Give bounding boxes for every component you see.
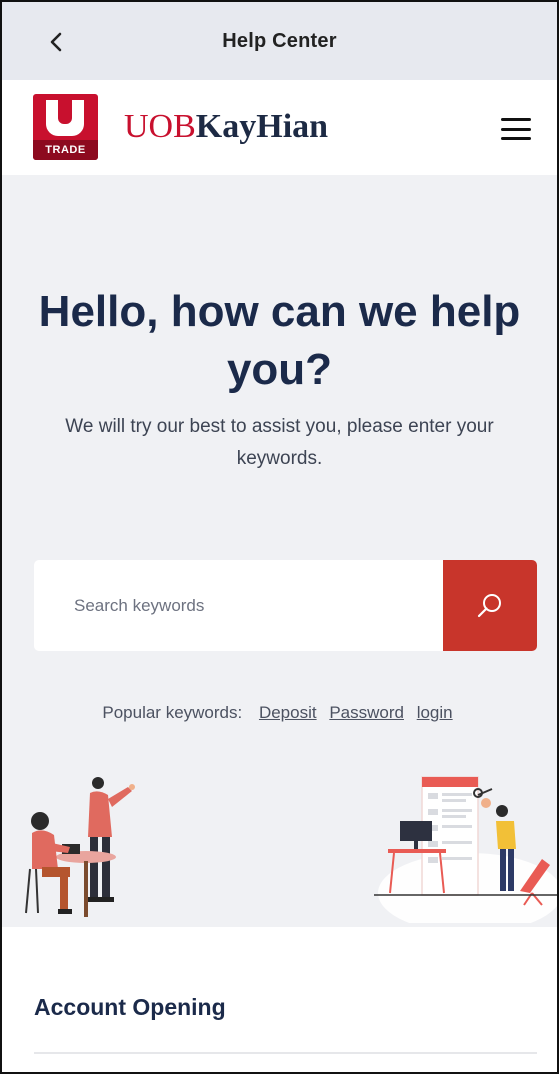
- chevron-left-icon: [50, 32, 62, 52]
- brand-name-uob: UOB: [124, 108, 196, 145]
- popular-keywords: Popular keywords: Deposit Password login: [2, 703, 557, 723]
- keyword-link-deposit[interactable]: Deposit: [259, 703, 317, 722]
- hero-section: Hello, how can we help you? We will try …: [2, 175, 557, 927]
- menu-button[interactable]: [498, 114, 534, 144]
- office-illustration: [374, 776, 557, 923]
- search-icon: [477, 593, 501, 617]
- utrade-logo[interactable]: TRADE: [33, 94, 98, 160]
- logo-trade-text: TRADE: [33, 140, 98, 160]
- search-input[interactable]: [34, 560, 443, 651]
- hero-subtitle: We will try our best to assist you, plea…: [65, 416, 494, 469]
- keyword-link-password[interactable]: Password: [329, 703, 404, 722]
- popular-keywords-label: Popular keywords:: [102, 703, 243, 722]
- search-bar: [34, 560, 537, 651]
- keyword-link-login[interactable]: login: [417, 703, 453, 722]
- brand-name-kayhian: KayHian: [195, 108, 329, 145]
- hamburger-menu-icon: [501, 118, 531, 121]
- account-opening-section: Account Opening: [2, 927, 557, 1072]
- people-illustration: [25, 777, 135, 917]
- app-screen: Help Center TRADE UOBKayHian Hello, how …: [0, 0, 559, 1074]
- section-title[interactable]: Account Opening: [34, 994, 226, 1021]
- section-divider: [34, 1052, 537, 1054]
- brand-name: UOBKayHian: [124, 107, 328, 147]
- search-button[interactable]: [443, 560, 537, 651]
- hero-title: Hello, how can we help you?: [38, 287, 521, 394]
- brand-header: TRADE UOBKayHian: [2, 80, 557, 175]
- logo-u-mark: [46, 100, 84, 136]
- page-title: Help Center: [222, 29, 337, 52]
- top-nav-bar: Help Center: [2, 2, 557, 80]
- back-button[interactable]: [36, 24, 76, 60]
